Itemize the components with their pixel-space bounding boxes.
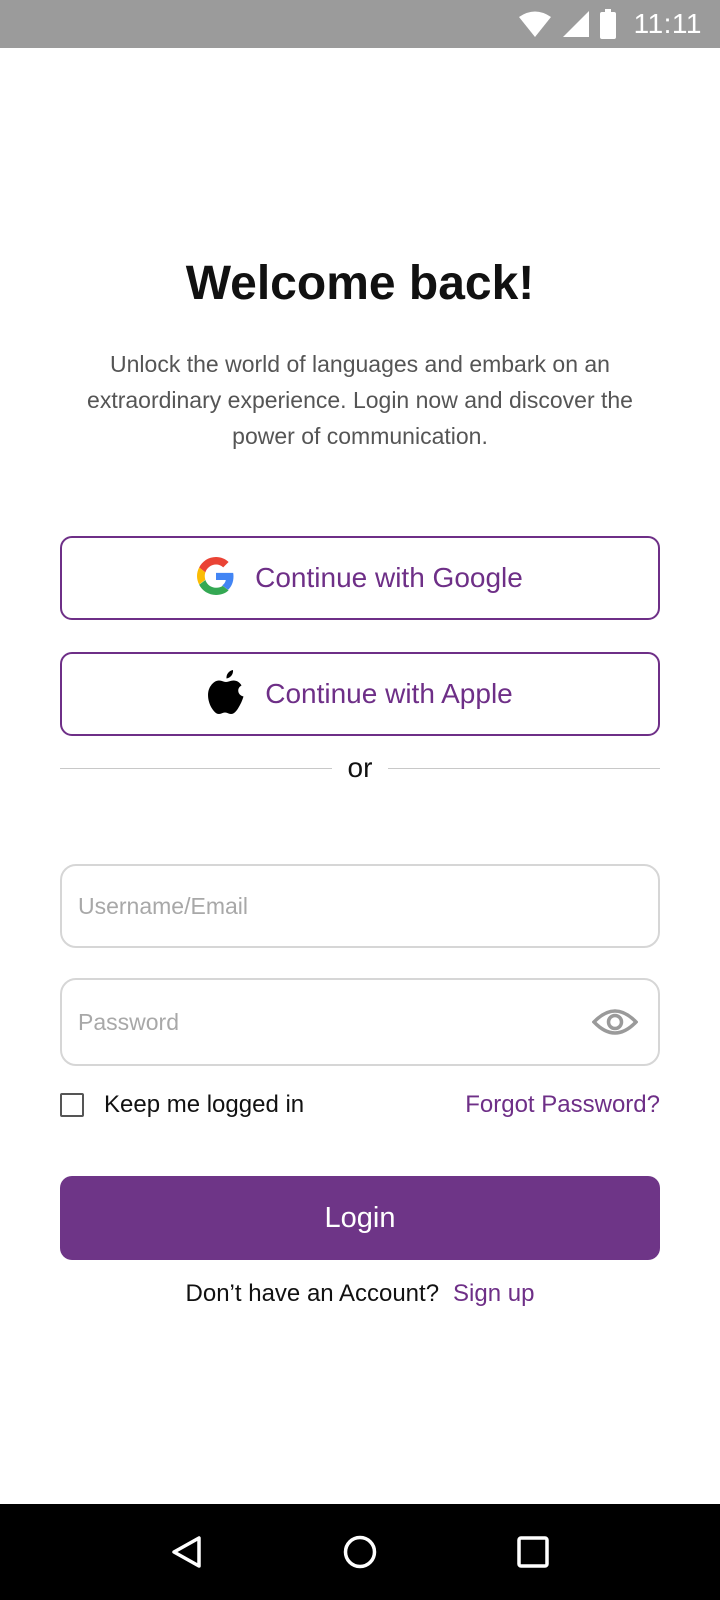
signup-row: Don’t have an Account? Sign up (0, 1278, 720, 1310)
login-button[interactable]: Login (60, 1176, 660, 1260)
username-field[interactable] (78, 892, 642, 920)
password-field-container (60, 978, 660, 1066)
login-screen: 11:11 Welcome back! Unlock the world of … (0, 0, 720, 1600)
back-icon[interactable] (157, 1522, 217, 1582)
eye-icon[interactable] (588, 1002, 642, 1042)
keep-logged-in-checkbox[interactable]: Keep me logged in (60, 1091, 304, 1119)
or-divider: or (60, 752, 660, 783)
system-nav-bar (0, 1504, 720, 1600)
keep-logged-in-label: Keep me logged in (104, 1091, 305, 1118)
status-bar: 11:11 (0, 0, 720, 48)
password-field[interactable] (78, 1008, 588, 1036)
signup-link[interactable]: Sign up (453, 1280, 534, 1308)
status-time: 11:11 (633, 8, 702, 39)
home-icon[interactable] (330, 1522, 390, 1582)
continue-with-apple-button[interactable]: Continue with Apple (60, 652, 660, 736)
continue-with-google-button[interactable]: Continue with Google (60, 536, 660, 620)
apple-icon (207, 669, 245, 720)
checkbox-box[interactable] (60, 1093, 84, 1117)
forgot-password-link[interactable]: Forgot Password? (465, 1091, 660, 1119)
page-title: Welcome back! (185, 257, 535, 310)
login-button-label: Login (324, 1201, 396, 1234)
wifi-icon (518, 10, 552, 38)
recents-icon[interactable] (503, 1522, 563, 1582)
divider-text: or (347, 752, 373, 783)
battery-icon (599, 9, 616, 39)
page-subtitle: Unlock the world of languages and embark… (87, 351, 633, 449)
username-field-container (60, 864, 660, 948)
cell-signal-icon (562, 10, 590, 38)
google-button-label: Continue with Google (255, 562, 523, 593)
login-options-row: Keep me logged in Forgot Password? (60, 1090, 660, 1120)
divider-line-left (60, 767, 332, 769)
google-icon (197, 556, 235, 600)
divider-line-right (388, 767, 660, 769)
apple-button-label: Continue with Apple (265, 678, 513, 709)
signup-prompt: Don’t have an Account? (185, 1280, 440, 1307)
